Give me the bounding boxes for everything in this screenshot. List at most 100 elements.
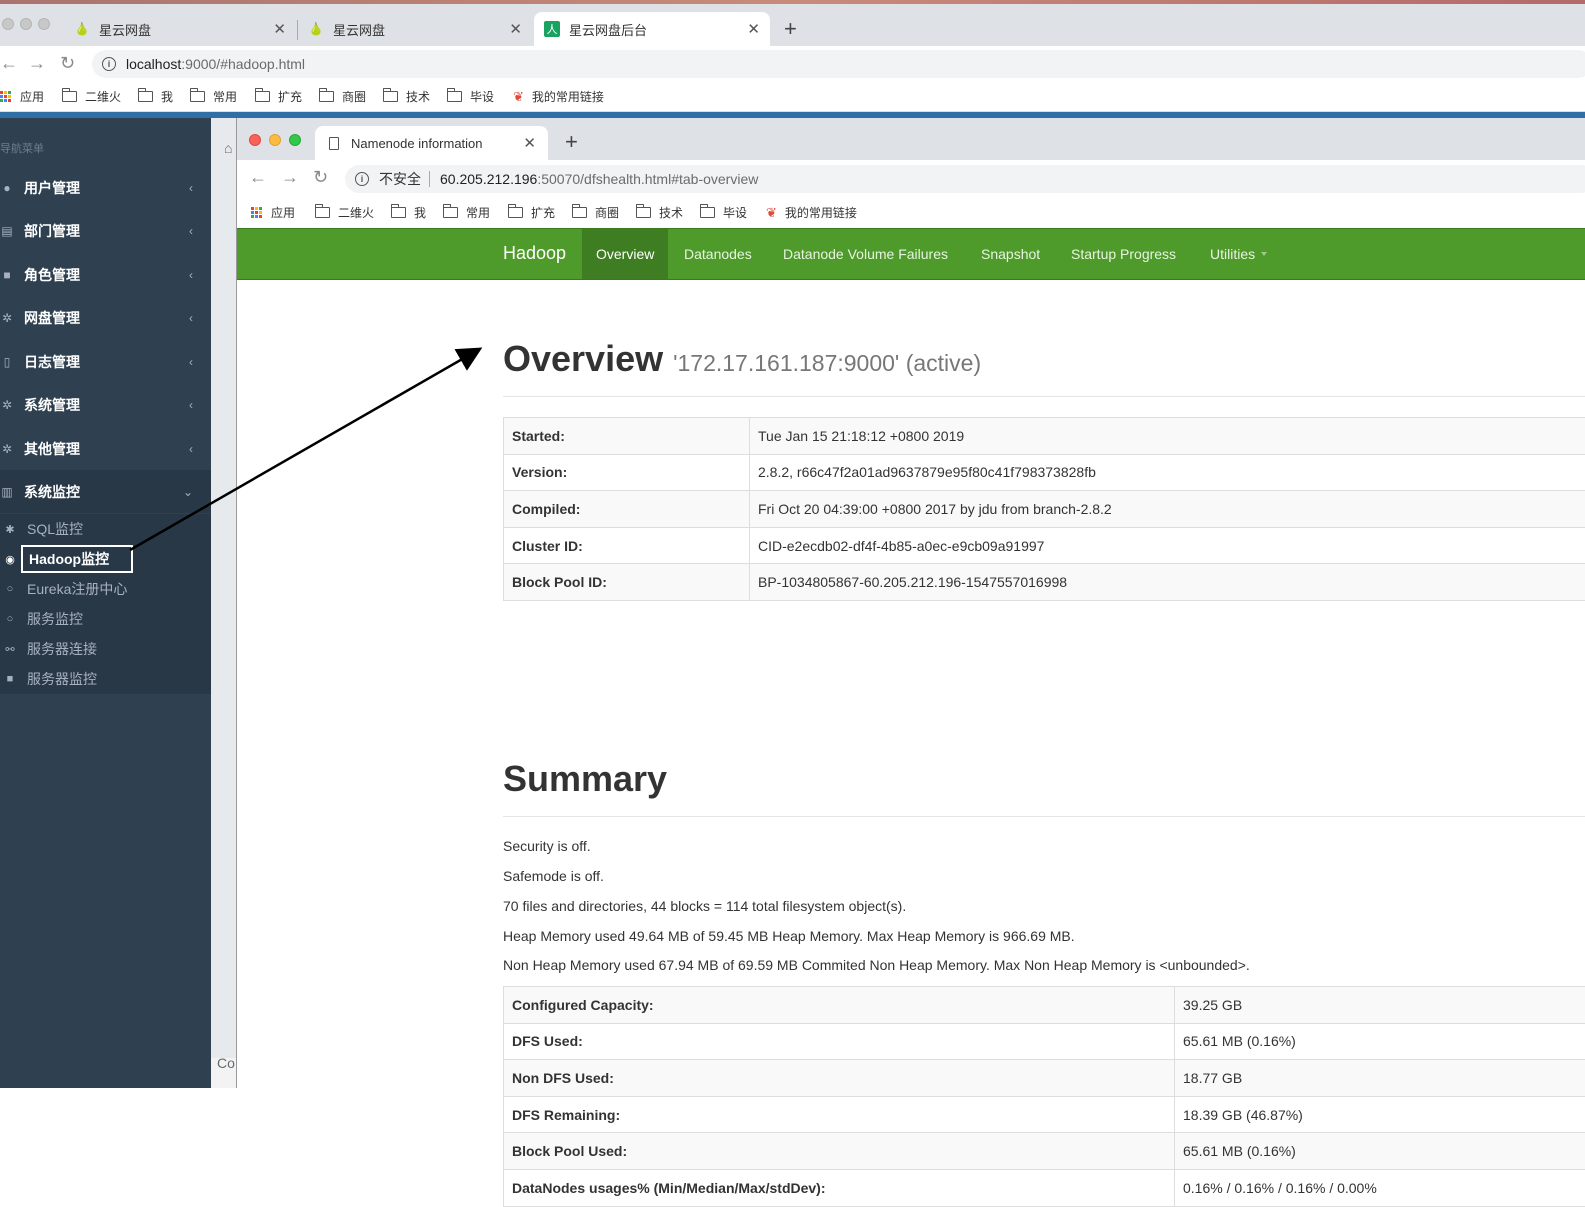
nav-datanodes[interactable]: Datanodes <box>670 229 766 279</box>
sidebar-item-departments[interactable]: ▤ 部门管理 ‹ <box>0 209 211 252</box>
bookmark-folder[interactable]: 二维火 <box>315 204 374 221</box>
nav-snapshot[interactable]: Snapshot <box>967 229 1054 279</box>
reload-icon[interactable]: ↻ <box>313 168 328 186</box>
sidebar-item-other[interactable]: ✲ 其他管理 ‹ <box>0 427 211 470</box>
row-value: CID-e2ecdb02-df4f-4b85-a0ec-e9cb09a91997 <box>750 527 1585 564</box>
submenu-item-server-monitor[interactable]: ■ 服务器监控 <box>0 664 211 694</box>
bookmark-folder[interactable]: 二维火 <box>62 88 121 105</box>
chevron-left-icon: ‹ <box>189 442 193 456</box>
close-window-button[interactable] <box>249 134 261 146</box>
nav-startup-progress[interactable]: Startup Progress <box>1057 229 1190 279</box>
bookmark-folder[interactable]: 我 <box>138 88 173 105</box>
bookmark-folder[interactable]: 毕设 <box>447 88 494 105</box>
sidebar-item-drive[interactable]: ✲ 网盘管理 ‹ <box>0 296 211 339</box>
close-icon[interactable]: ✕ <box>273 20 286 38</box>
close-icon[interactable]: ✕ <box>747 20 760 38</box>
submenu-item-eureka[interactable]: ○ Eureka注册中心 <box>0 574 211 604</box>
bookmark-folder[interactable]: 商圈 <box>319 88 366 105</box>
bookmark-folder[interactable]: 常用 <box>190 88 237 105</box>
nav-overview[interactable]: Overview <box>582 229 668 279</box>
forward-icon[interactable]: → <box>28 54 46 72</box>
zoom-window-button[interactable] <box>38 18 50 30</box>
folder-icon <box>319 91 334 102</box>
sidebar-item-label: 系统监控 <box>24 482 80 502</box>
outer-tab-3[interactable]: 人 星云网盘后台 ✕ <box>534 12 770 46</box>
info-icon[interactable]: i <box>355 172 369 186</box>
row-value: 2.8.2, r66c47f2a01ad9637879e95f80c41f798… <box>750 454 1585 491</box>
content-tabs-strip <box>211 118 239 1058</box>
row-label: Block Pool ID: <box>504 564 750 601</box>
bookmark-folder[interactable]: 扩充 <box>255 88 302 105</box>
bookmark-label: 技术 <box>659 204 683 221</box>
inner-tab[interactable]: Namenode information ✕ <box>315 126 548 160</box>
bookmark-apps[interactable]: 应用 <box>251 204 295 221</box>
row-value: 65.61 MB (0.16%) <box>1175 1023 1585 1060</box>
inner-tab-bar: Namenode information ✕ + <box>237 118 1585 160</box>
overview-row: Started:Tue Jan 15 21:18:12 +0800 2019 <box>504 418 1585 455</box>
reload-icon[interactable]: ↻ <box>60 54 75 72</box>
bookmark-folder[interactable]: 扩充 <box>508 204 555 221</box>
bookmark-folder[interactable]: 毕设 <box>700 204 747 221</box>
back-icon[interactable]: ← <box>249 168 267 186</box>
nav-volume-failures[interactable]: Datanode Volume Failures <box>769 229 962 279</box>
circle-icon: ○ <box>3 613 17 625</box>
row-label: Version: <box>504 454 750 491</box>
minimize-window-button[interactable] <box>269 134 281 146</box>
outer-tab-2[interactable]: 🍐 星云网盘 ✕ <box>298 12 532 46</box>
close-icon[interactable]: ✕ <box>509 20 522 38</box>
monitoring-submenu: ✱ SQL监控 ◉ Hadoop监控 ○ Eureka注册中心 ○ 服务监控 ⚯… <box>0 514 211 694</box>
outer-tab-1[interactable]: 🍐 星云网盘 ✕ <box>64 12 296 46</box>
zoom-window-button[interactable] <box>289 134 301 146</box>
row-value: Tue Jan 15 21:18:12 +0800 2019 <box>750 418 1585 455</box>
bookmark-links[interactable]: ❦我的常用链接 <box>513 88 604 105</box>
nav-utilities[interactable]: Utilities <box>1196 229 1281 279</box>
bookmark-label: 二维火 <box>85 88 121 105</box>
minimize-window-button[interactable] <box>20 18 32 30</box>
submenu-item-service[interactable]: ○ 服务监控 <box>0 604 211 634</box>
close-window-button[interactable] <box>2 18 14 30</box>
bookmark-folder[interactable]: 商圈 <box>572 204 619 221</box>
bookmark-label: 我 <box>161 88 173 105</box>
bookmark-apps[interactable]: 应用 <box>0 88 44 105</box>
apps-grid-icon <box>0 91 11 102</box>
submenu-item-hadoop[interactable]: ◉ Hadoop监控 <box>0 544 211 574</box>
folder-icon <box>391 207 406 218</box>
url-input[interactable]: i 不安全 60.205.212.196 :50070/dfshealth.ht… <box>345 165 1585 193</box>
home-icon[interactable]: ⌂ <box>224 140 232 156</box>
sidebar-item-system[interactable]: ✲ 系统管理 ‹ <box>0 383 211 426</box>
forward-icon[interactable]: → <box>281 168 299 186</box>
sidebar-header <box>0 118 211 130</box>
file-icon: ▯ <box>0 355 14 369</box>
flame-icon: ❦ <box>766 205 777 221</box>
bookmark-label: 我的常用链接 <box>532 88 604 105</box>
overview-table: Started:Tue Jan 15 21:18:12 +0800 2019Ve… <box>503 417 1585 601</box>
summary-row: Block Pool Used:65.61 MB (0.16%) <box>504 1133 1585 1170</box>
bookmark-folder[interactable]: 技术 <box>636 204 683 221</box>
new-tab-button[interactable]: + <box>784 18 797 40</box>
hadoop-brand[interactable]: Hadoop <box>503 243 566 264</box>
summary-table: Configured Capacity:39.25 GBDFS Used:65.… <box>503 986 1585 1207</box>
sidebar-item-users[interactable]: ● 用户管理 ‹ <box>0 166 211 209</box>
eye-icon: ◉ <box>3 553 17 566</box>
submenu-item-label: 服务器连接 <box>27 639 97 659</box>
gear-icon: ✲ <box>0 311 14 325</box>
sidebar-item-roles[interactable]: ■ 角色管理 ‹ <box>0 253 211 296</box>
back-icon[interactable]: ← <box>0 54 18 72</box>
submenu-item-sql[interactable]: ✱ SQL监控 <box>0 514 211 544</box>
new-tab-button[interactable]: + <box>565 131 578 153</box>
bookmark-links[interactable]: ❦我的常用链接 <box>766 204 857 221</box>
chevron-left-icon: ‹ <box>189 355 193 369</box>
row-label: DFS Used: <box>504 1023 1175 1060</box>
bookmark-folder[interactable]: 技术 <box>383 88 430 105</box>
sidebar-item-monitoring[interactable]: ▥ 系统监控 ⌄ <box>0 470 211 513</box>
inner-bookmarks-bar: 应用 二维火 我 常用 扩充 商圈 技术 毕设 ❦我的常用链接 <box>237 196 1585 228</box>
submenu-item-server-connect[interactable]: ⚯ 服务器连接 <box>0 634 211 664</box>
sidebar-item-logs[interactable]: ▯ 日志管理 ‹ <box>0 340 211 383</box>
info-icon[interactable]: i <box>102 57 116 71</box>
bookmark-folder[interactable]: 我 <box>391 204 426 221</box>
summary-line: Heap Memory used 49.64 MB of 59.45 MB He… <box>503 928 1075 944</box>
id-card-icon: ▤ <box>0 224 14 238</box>
bookmark-folder[interactable]: 常用 <box>443 204 490 221</box>
url-input[interactable]: i localhost :9000/#hadoop.html <box>92 50 1585 78</box>
close-icon[interactable]: ✕ <box>523 134 536 152</box>
